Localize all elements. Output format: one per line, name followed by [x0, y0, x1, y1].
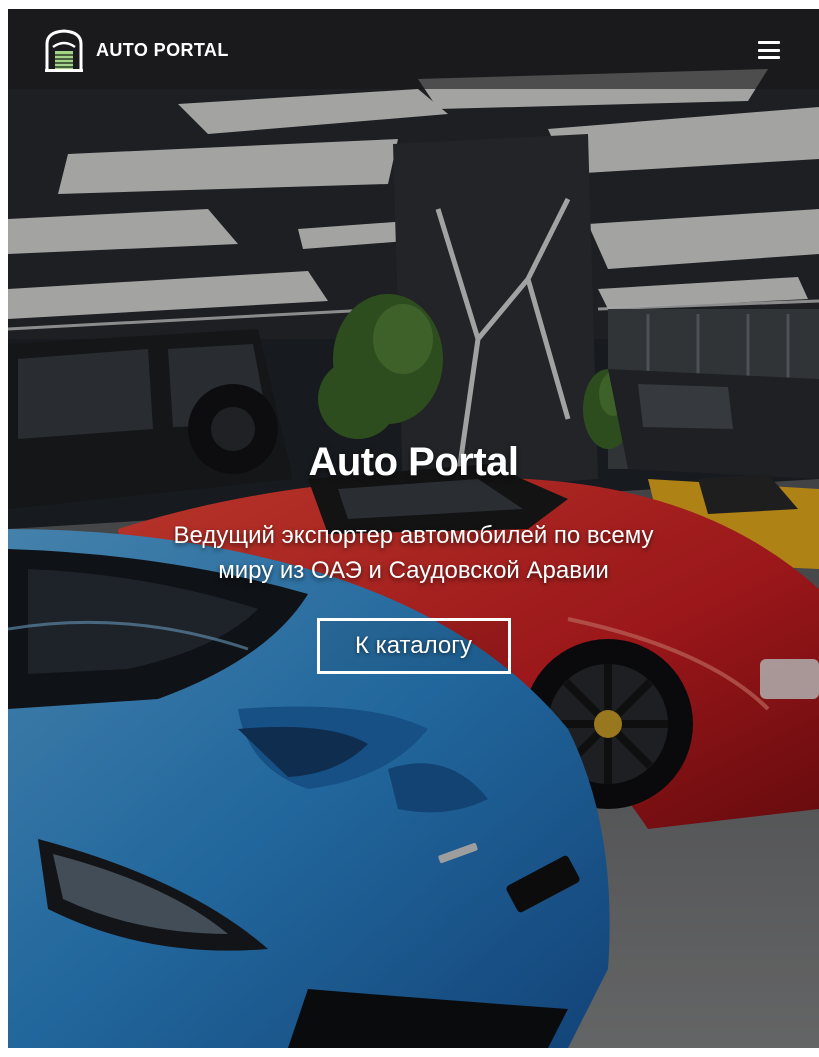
- hero-title: Auto Portal: [308, 440, 519, 484]
- catalog-button[interactable]: К каталогу: [316, 618, 511, 674]
- hero-subtitle: Ведущий экспортер автомобилей по всему м…: [173, 522, 654, 584]
- garage-icon: [45, 29, 83, 72]
- menu-line: [758, 48, 780, 52]
- hero-section: Auto Portal Ведущий экспортер автомобиле…: [8, 434, 819, 674]
- site-header: AUTO PORTAL: [8, 9, 819, 89]
- menu-line: [758, 56, 780, 59]
- hamburger-menu-icon[interactable]: [756, 39, 782, 61]
- menu-line: [758, 41, 780, 44]
- brand-name: AUTO PORTAL: [96, 40, 229, 60]
- page-frame: AUTO PORTAL Auto Portal Ведущий экспорте…: [8, 9, 819, 1048]
- brand-logo-link[interactable]: AUTO PORTAL: [44, 28, 229, 72]
